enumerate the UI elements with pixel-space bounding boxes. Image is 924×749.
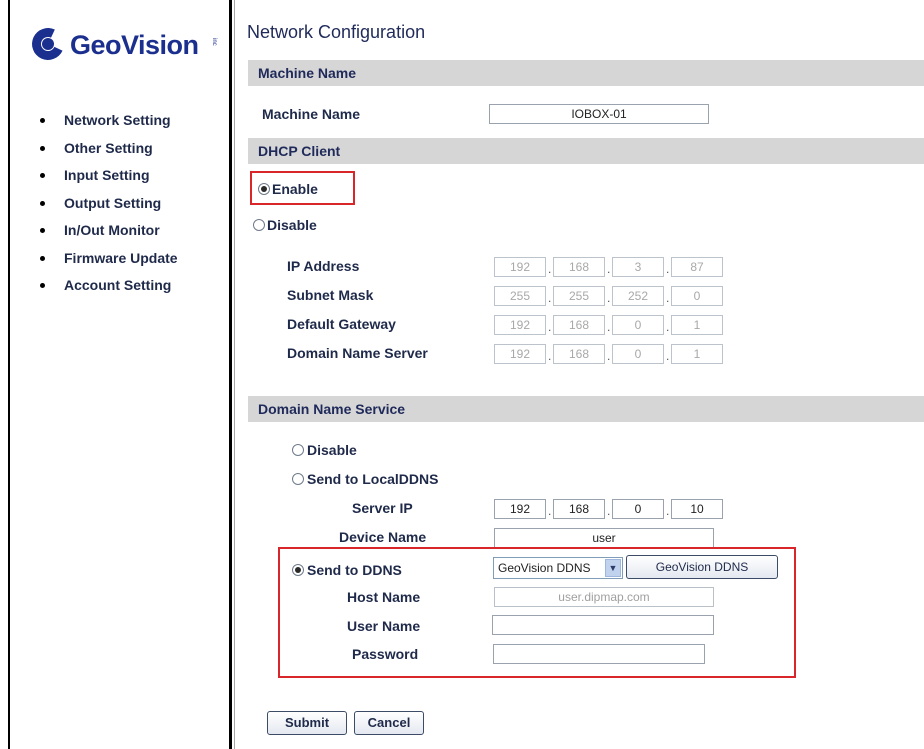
- gateway-octet-2[interactable]: 168: [553, 315, 605, 335]
- section-domain-name-service: Domain Name Service: [248, 396, 924, 422]
- page-title: Network Configuration: [247, 22, 426, 42]
- logo-wordmark: GeoVision: [70, 30, 199, 60]
- dhcp-enable-label[interactable]: Enable: [272, 181, 318, 197]
- sidebar-item-other-setting[interactable]: Other Setting: [38, 140, 178, 168]
- subnet-mask-octet-3[interactable]: 252: [612, 286, 664, 306]
- dns-octet-4[interactable]: 1: [671, 344, 723, 364]
- send-localddns-label[interactable]: Send to LocalDDNS: [307, 471, 438, 487]
- subnet-mask-octet-2[interactable]: 255: [553, 286, 605, 306]
- geovision-ddns-button[interactable]: GeoVision DDNS: [626, 555, 778, 579]
- sidebar-item-account-setting[interactable]: Account Setting: [38, 277, 178, 305]
- dhcp-enable-radio[interactable]: [258, 183, 270, 195]
- bullet-icon: [40, 200, 45, 206]
- ip-address-octet-4[interactable]: 87: [671, 257, 723, 277]
- dns-octet-3[interactable]: 0: [612, 344, 664, 364]
- sidebar-item-output-setting[interactable]: Output Setting: [38, 195, 178, 223]
- ip-address-octet-1[interactable]: 192: [494, 257, 546, 277]
- chevron-down-icon: ▼: [605, 559, 621, 577]
- host-name-label: Host Name: [347, 589, 421, 605]
- machine-name-label: Machine Name: [262, 106, 361, 122]
- user-name-label: User Name: [347, 618, 421, 634]
- ddns-disable-label[interactable]: Disable: [307, 442, 357, 458]
- domain-name-server-label: Domain Name Server: [287, 345, 428, 361]
- send-to-ddns-label[interactable]: Send to DDNS: [307, 562, 402, 578]
- server-ip-octet-3[interactable]: 0: [612, 499, 664, 519]
- section-dhcp-client: DHCP Client: [248, 138, 924, 164]
- main-panel: Network Configuration Machine Name Machi…: [235, 0, 924, 749]
- gateway-octet-4[interactable]: 1: [671, 315, 723, 335]
- bullet-icon: [40, 145, 45, 151]
- server-ip-octet-4[interactable]: 10: [671, 499, 723, 519]
- bullet-icon: [40, 118, 45, 123]
- device-name-label: Device Name: [339, 529, 427, 545]
- bullet-icon: [40, 283, 45, 288]
- send-to-ddns-radio[interactable]: [292, 564, 304, 576]
- password-label: Password: [352, 646, 419, 662]
- sidebar: GeoVision inc Network Setting Other Sett…: [8, 0, 232, 749]
- user-name-input[interactable]: [492, 615, 714, 635]
- ddns-disable-radio[interactable]: [292, 444, 304, 456]
- gateway-octet-1[interactable]: 192: [494, 315, 546, 335]
- dns-octet-2[interactable]: 168: [553, 344, 605, 364]
- ddns-provider-select[interactable]: GeoVision DDNS ▼: [493, 557, 623, 579]
- default-gateway-label: Default Gateway: [287, 316, 396, 332]
- subnet-mask-label: Subnet Mask: [287, 287, 374, 303]
- server-ip-label: Server IP: [352, 500, 413, 516]
- geovision-logo: GeoVision inc: [27, 23, 222, 70]
- sidebar-item-firmware-update[interactable]: Firmware Update: [38, 250, 178, 278]
- ip-address-label: IP Address: [287, 258, 360, 274]
- host-name-input[interactable]: user.dipmap.com: [494, 587, 714, 607]
- bullet-icon: [40, 228, 45, 233]
- submit-button[interactable]: Submit: [267, 711, 347, 735]
- subnet-mask-octet-4[interactable]: 0: [671, 286, 723, 306]
- sidebar-nav: Network Setting Other Setting Input Sett…: [38, 112, 178, 305]
- bullet-icon: [40, 173, 45, 178]
- section-machine-name: Machine Name: [248, 60, 924, 86]
- sidebar-item-network-setting[interactable]: Network Setting: [38, 112, 178, 140]
- dhcp-disable-radio[interactable]: [253, 219, 265, 231]
- sidebar-item-inout-monitor[interactable]: In/Out Monitor: [38, 222, 178, 250]
- ip-address-octet-3[interactable]: 3: [612, 257, 664, 277]
- machine-name-input[interactable]: IOBOX-01: [489, 104, 709, 124]
- bullet-icon: [40, 255, 45, 261]
- subnet-mask-octet-1[interactable]: 255: [494, 286, 546, 306]
- dhcp-disable-label[interactable]: Disable: [267, 217, 317, 233]
- sidebar-item-input-setting[interactable]: Input Setting: [38, 167, 178, 195]
- password-input[interactable]: [493, 644, 705, 664]
- gateway-octet-3[interactable]: 0: [612, 315, 664, 335]
- device-name-input[interactable]: user: [494, 528, 714, 548]
- server-ip-octet-1[interactable]: 192: [494, 499, 546, 519]
- server-ip-octet-2[interactable]: 168: [553, 499, 605, 519]
- ip-address-octet-2[interactable]: 168: [553, 257, 605, 277]
- send-localddns-radio[interactable]: [292, 473, 304, 485]
- cancel-button[interactable]: Cancel: [354, 711, 424, 735]
- dns-octet-1[interactable]: 192: [494, 344, 546, 364]
